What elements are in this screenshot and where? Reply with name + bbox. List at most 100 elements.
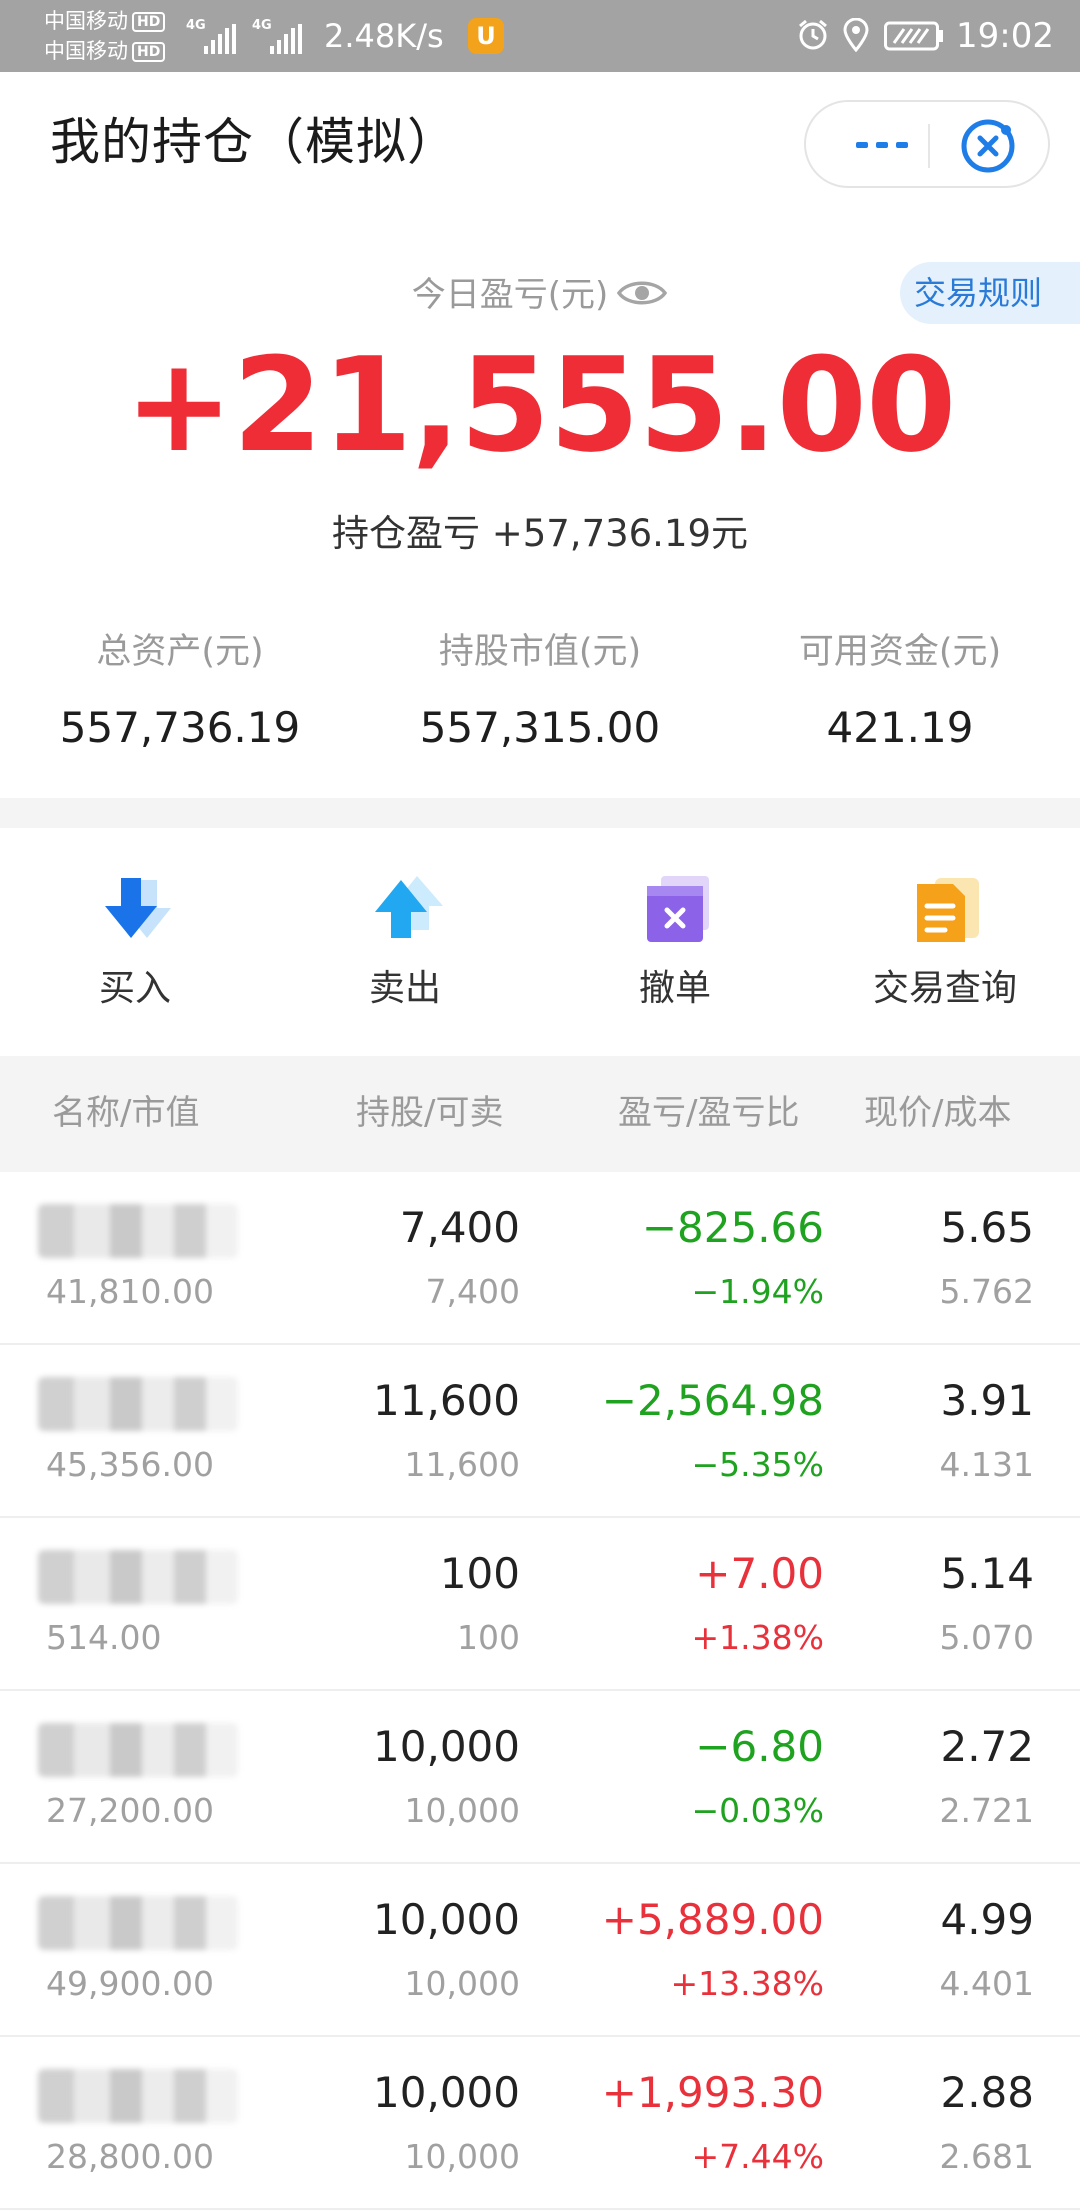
holding-qty: 10,000 — [373, 1895, 520, 1944]
trade-query-label: 交易查询 — [872, 968, 1017, 1009]
buy-arrow-down-icon — [105, 878, 171, 938]
alarm-icon — [799, 19, 827, 50]
holding-qty: 10,000 — [373, 2068, 520, 2117]
header-name-value: 名称/市值 — [52, 1093, 200, 1133]
profit-loss-ratio: +7.44% — [691, 2137, 824, 2176]
hd-badge-2: HD — [132, 42, 166, 62]
market-value: 41,810.00 — [46, 1272, 214, 1311]
page-title: 我的持仓（模拟） — [50, 113, 458, 171]
holding-qty: 100 — [439, 1549, 520, 1598]
status-bar: 中国移动 HD 中国移动 HD 4G 4G 2.48K/s U 19:02 — [0, 0, 1080, 72]
app-notification-icon: U — [468, 18, 504, 54]
market-value: 28,800.00 — [46, 2137, 214, 2176]
location-icon — [843, 18, 869, 52]
profit-loss-ratio: +13.38% — [670, 1964, 824, 2003]
table-row[interactable]: 514.00 100 100 +7.00 +1.38% 5.14 5.070 — [0, 1518, 1080, 1691]
cost-price: 4.401 — [939, 1964, 1034, 2003]
profit-loss-ratio: −0.03% — [691, 1791, 824, 1830]
asset-summary: 总资产(元) 557,736.19 持股市值(元) 557,315.00 可用资… — [0, 626, 1080, 752]
capsule-divider — [928, 124, 930, 168]
market-value: 45,356.00 — [46, 1445, 214, 1484]
holding-pl-value: +57,736.19元 — [491, 512, 749, 555]
table-row[interactable]: 41,810.00 7,400 7,400 −825.66 −1.94% 5.65 5.76… — [0, 1172, 1080, 1345]
current-price: 3.91 — [940, 1376, 1034, 1425]
current-price: 5.65 — [940, 1203, 1034, 1252]
today-pl-value: +21,555.00 — [124, 329, 957, 481]
table-row[interactable]: 45,356.00 11,600 11,600 −2,564.98 −5.35% 3.91… — [0, 1345, 1080, 1518]
sell-arrow-up-icon — [375, 876, 443, 938]
network-speed: 2.48K/s — [324, 17, 444, 55]
holding-qty: 7,400 — [399, 1203, 520, 1252]
holding-qty: 11,600 — [373, 1376, 520, 1425]
battery-icon — [884, 21, 943, 51]
current-price: 5.14 — [940, 1549, 1034, 1598]
sell-button[interactable]: 卖出 — [270, 828, 540, 1056]
table-row[interactable]: 49,900.00 10,000 10,000 +5,889.00 +13.38% 4.9… — [0, 1864, 1080, 2037]
stock-name-blurred — [38, 1896, 238, 1950]
trade-query-button[interactable]: 交易查询 — [810, 828, 1080, 1056]
stock-name-blurred — [38, 2069, 238, 2123]
cost-price: 5.762 — [939, 1272, 1034, 1311]
sellable-qty: 100 — [457, 1618, 520, 1657]
table-row[interactable]: 28,800.00 10,000 10,000 +1,993.30 +7.44% 2.88… — [0, 2037, 1080, 2210]
clock: 19:02 — [956, 16, 1054, 56]
stock-name-blurred — [38, 1377, 238, 1431]
holdings-table-header: 名称/市值 持股/可卖 盈亏/盈亏比 现价/成本 — [0, 1056, 1080, 1172]
sellable-qty: 10,000 — [404, 1964, 520, 2003]
total-assets-value: 557,736.19 — [59, 703, 301, 752]
sell-label: 卖出 — [368, 968, 441, 1009]
sellable-qty: 10,000 — [404, 1791, 520, 1830]
total-assets-label: 总资产(元) — [96, 632, 264, 672]
more-icon[interactable] — [846, 102, 920, 186]
sellable-qty: 7,400 — [425, 1272, 520, 1311]
profit-loss: −825.66 — [641, 1203, 824, 1252]
network-type-2: 4G — [252, 18, 272, 33]
section-divider — [0, 798, 1080, 828]
today-pl-label: 今日盈亏(元) — [0, 270, 1080, 320]
profit-loss-ratio: +1.38% — [691, 1618, 824, 1657]
current-price: 2.72 — [940, 1722, 1034, 1771]
stock-name-blurred — [38, 1550, 238, 1604]
available-funds: 可用资金(元) 421.19 — [720, 626, 1080, 756]
table-row[interactable]: 27,200.00 10,000 10,000 −6.80 −0.03% 2.72 2.72… — [0, 1691, 1080, 1864]
stock-market-value: 持股市值(元) 557,315.00 — [360, 626, 720, 756]
carrier-1: 中国移动 — [44, 9, 128, 33]
holding-qty: 10,000 — [373, 1722, 520, 1771]
eye-icon[interactable] — [616, 276, 668, 310]
cost-price: 4.131 — [939, 1445, 1034, 1484]
header-pl-ratio: 盈亏/盈亏比 — [618, 1093, 800, 1133]
profit-loss: −2,564.98 — [601, 1376, 824, 1425]
buy-button[interactable]: 买入 — [0, 828, 270, 1056]
stock-market-value-value: 557,315.00 — [419, 703, 661, 752]
market-value: 27,200.00 — [46, 1791, 214, 1830]
cost-price: 2.721 — [939, 1791, 1034, 1830]
cancel-order-icon — [647, 876, 709, 942]
header-price-cost: 现价/成本 — [864, 1093, 1012, 1133]
today-pl-label-text: 今日盈亏(元) — [411, 275, 609, 315]
profit-loss: +5,889.00 — [601, 1895, 824, 1944]
signal-bars-icon — [204, 24, 236, 54]
network-type-1: 4G — [186, 18, 206, 33]
profit-loss: −6.80 — [695, 1722, 824, 1771]
close-mini-program-icon[interactable] — [958, 116, 1018, 176]
mini-program-capsule — [804, 100, 1050, 188]
sellable-qty: 11,600 — [404, 1445, 520, 1484]
hd-badge-1: HD — [132, 12, 166, 32]
buy-label: 买入 — [98, 968, 171, 1009]
cost-price: 5.070 — [939, 1618, 1034, 1657]
stock-name-blurred — [38, 1723, 238, 1777]
current-price: 2.88 — [940, 2068, 1034, 2117]
trade-actions: 买入 卖出 撤单 交易查询 — [0, 828, 1080, 1056]
market-value: 49,900.00 — [46, 1964, 214, 2003]
profit-loss: +1,993.30 — [601, 2068, 824, 2117]
stock-market-value-label: 持股市值(元) — [438, 632, 642, 672]
cancel-order-button[interactable]: 撤单 — [540, 828, 810, 1056]
holdings-list: 41,810.00 7,400 7,400 −825.66 −1.94% 5.65 5.76… — [0, 1172, 1080, 2210]
carrier-2: 中国移动 — [44, 39, 128, 63]
carrier-info: 中国移动 HD 中国移动 HD — [44, 6, 166, 66]
cost-price: 2.681 — [939, 2137, 1034, 2176]
available-funds-value: 421.19 — [826, 703, 974, 752]
available-funds-label: 可用资金(元) — [798, 632, 1002, 672]
holding-pl-label: 持仓盈亏 — [331, 512, 480, 555]
stock-name-blurred — [38, 1204, 238, 1258]
